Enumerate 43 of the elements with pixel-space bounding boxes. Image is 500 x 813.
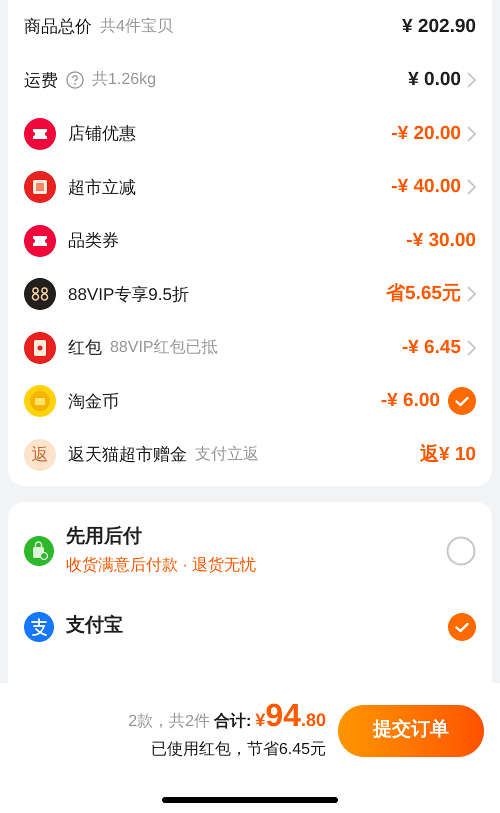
vip-icon (24, 278, 56, 310)
shopping-bag-icon (24, 536, 54, 566)
item-count: 2款，共2件 (128, 712, 210, 732)
row-value: -¥ 30.00 (406, 228, 476, 252)
row-label: 返天猫超市赠金 (68, 444, 187, 466)
envelope-icon (24, 332, 56, 364)
rebate-badge: 返 (24, 438, 56, 471)
payment-method-label[interactable]: 先用后付 (66, 523, 446, 552)
row-label: 88VIP专享9.5折 (68, 284, 189, 306)
help-icon[interactable] (66, 71, 84, 90)
savings-note: 已使用红包，节省6.45元 (150, 740, 326, 760)
row-value[interactable]: -¥ 40.00 (391, 173, 461, 202)
row-label: 商品总价 (24, 16, 92, 38)
row-value[interactable]: 省5.65元 (386, 280, 461, 308)
total-label: 合计: (214, 712, 252, 732)
row-value: 返¥ 10 (420, 442, 476, 466)
total-price: ¥94.80 (255, 699, 326, 734)
row-note: 共1.26kg (92, 70, 156, 90)
payment-method-subtitle: 收货满意后付款 · 退货无忧 (66, 556, 258, 576)
payment-method-label[interactable]: 支付宝 (66, 612, 448, 641)
row-note: 共4件宝贝 (100, 16, 173, 37)
row-value[interactable]: -¥ 6.00 (380, 387, 440, 416)
row-value[interactable]: -¥ 6.45 (402, 334, 461, 362)
discount-icon (24, 171, 56, 204)
row-label: 淘金币 (68, 390, 119, 412)
row-label: 品类券 (68, 230, 119, 252)
submit-order-button[interactable]: 提交订单 (338, 704, 484, 756)
checkmark-icon[interactable] (448, 387, 476, 416)
row-label: 运费 (24, 70, 58, 92)
row-label: 店铺优惠 (68, 123, 136, 145)
ticket-icon (24, 224, 56, 257)
row-value[interactable]: -¥ 20.00 (391, 120, 461, 148)
row-note: 88VIP红包已抵 (110, 338, 218, 358)
ticket-icon (24, 118, 56, 150)
row-value: ¥ 202.90 (402, 14, 476, 38)
coin-icon (24, 385, 56, 418)
row-value[interactable]: ¥ 0.00 (408, 66, 461, 94)
row-label: 红包 (68, 337, 102, 359)
row-label: 超市立减 (68, 176, 136, 198)
radio-icon[interactable] (446, 536, 476, 566)
checkmark-icon[interactable] (448, 612, 476, 640)
payment-logo-icon (24, 612, 54, 642)
row-note: 支付立返 (195, 444, 259, 465)
